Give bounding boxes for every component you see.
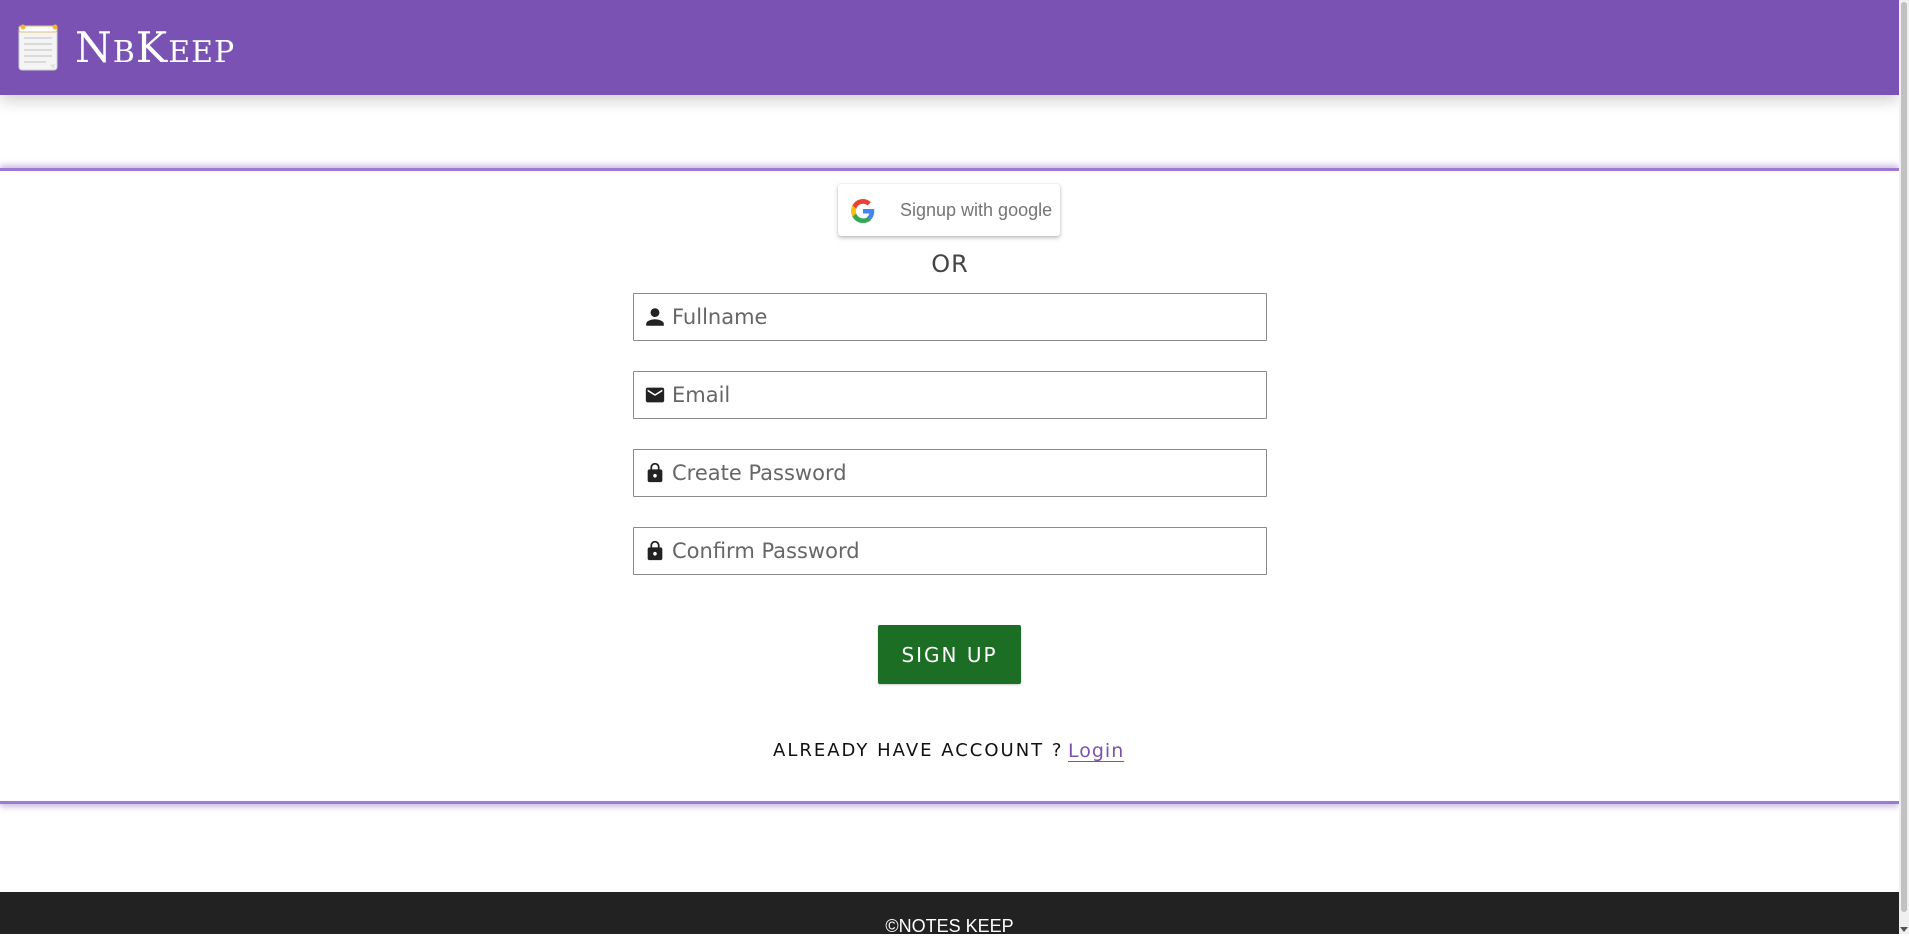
email-input[interactable] (672, 372, 1252, 418)
fullname-input[interactable] (672, 294, 1252, 340)
fullname-field[interactable] (633, 293, 1267, 341)
brand-initial-2: K (135, 23, 169, 72)
lock-icon (647, 462, 663, 483)
or-divider: OR (931, 250, 969, 278)
notepad-logo-icon (18, 24, 58, 71)
lock-icon (647, 540, 663, 561)
create-password-field[interactable] (633, 449, 1267, 497)
already-have-account-text: ALREADY HAVE ACCOUNT ? (773, 740, 1064, 761)
brand-rest: b (112, 35, 136, 70)
confirm-password-field[interactable] (633, 527, 1267, 575)
google-g-icon (851, 199, 875, 223)
scroll-down-arrow-icon[interactable] (1900, 927, 1908, 932)
google-signup-button[interactable]: Signup with google (838, 184, 1060, 236)
confirm-password-input[interactable] (672, 528, 1252, 574)
footer: ©NOTES KEEP (0, 892, 1899, 936)
person-icon (646, 308, 664, 326)
create-password-input[interactable] (672, 450, 1252, 496)
login-link[interactable]: Login (1068, 740, 1124, 762)
brand-rest-2: eep (168, 35, 236, 70)
page-scrollbar[interactable] (1899, 0, 1909, 934)
mail-icon (645, 387, 665, 403)
sign-up-button[interactable]: SIGN UP (878, 625, 1021, 684)
brand-initial: N (75, 23, 113, 72)
scrollbar-thumb[interactable] (1901, 2, 1907, 912)
brand-name[interactable]: NbKeep (75, 22, 235, 79)
email-field[interactable] (633, 371, 1267, 419)
app-header: NbKeep (0, 0, 1899, 95)
google-signup-label: Signup with google (900, 200, 1053, 220)
